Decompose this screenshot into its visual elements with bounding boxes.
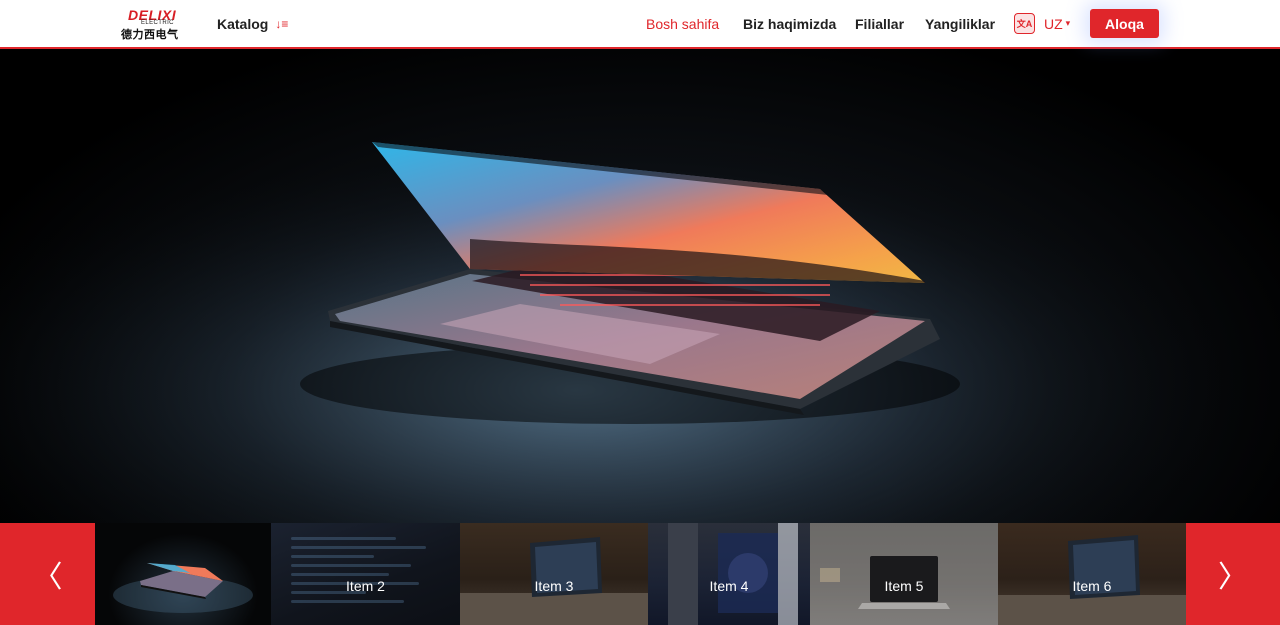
thumbnail-carousel: 〈 Item 2 Item 3 Item 4 Item 5 Item 6 〉 (0, 523, 1280, 625)
thumbnail-label: Item 3 (534, 578, 574, 594)
pc-hardware-image (668, 523, 798, 625)
thumbnail-label: Item 6 (1072, 578, 1112, 594)
hero-laptop-illustration (0, 49, 1280, 523)
tablet-desk-image (460, 537, 648, 625)
thumbnail-label: Item 4 (709, 578, 749, 594)
site-header: DELIXI ELECTRIC 德力西电气 Katalog ↓≡ Bosh sa… (0, 0, 1280, 49)
logo-chinese: 德力西电气 (121, 29, 179, 41)
chevron-left-icon: 〈 (32, 560, 63, 595)
catalog-button[interactable]: Katalog ↓≡ (217, 16, 288, 32)
thumbnail-item-2[interactable]: Item 2 (271, 523, 460, 625)
carousel-prev-button[interactable]: 〈 (0, 523, 95, 625)
thumbnail-item-6[interactable]: Item 6 (998, 523, 1186, 625)
contact-button[interactable]: Aloqa (1090, 9, 1159, 38)
translate-icon: 文A (1014, 13, 1035, 34)
thumbnail-item-5[interactable]: Item 5 (810, 523, 998, 625)
laptop-thumbnail-image (113, 563, 253, 613)
nav-news[interactable]: Yangiliklar (925, 16, 995, 32)
code-screen-image (291, 531, 441, 609)
sort-list-icon: ↓≡ (275, 17, 289, 31)
chevron-right-icon: 〉 (1218, 560, 1248, 595)
catalog-label: Katalog (217, 16, 269, 32)
nav-about[interactable]: Biz haqimizda (743, 16, 836, 32)
language-switcher[interactable]: 文A UZ ▾ (1014, 13, 1070, 34)
delixi-logo[interactable]: DELIXI ELECTRIC 德力西电气 (121, 7, 193, 41)
laptop-white-desk-image (810, 523, 998, 625)
carousel-next-button[interactable]: 〉 (1186, 523, 1280, 625)
language-code: UZ (1044, 15, 1063, 32)
thumbnail-label: Item 5 (884, 578, 924, 594)
thumbnail-item-1[interactable] (95, 523, 271, 625)
chevron-down-icon: ▾ (1065, 18, 1071, 28)
nav-branches[interactable]: Filiallar (855, 16, 904, 32)
tablet-wooden-desk-image (998, 535, 1186, 625)
hero-slide-image (0, 49, 1280, 523)
nav-home[interactable]: Bosh sahifa (646, 16, 719, 32)
thumbnail-label: Item 2 (346, 578, 385, 594)
thumbnail-item-4[interactable]: Item 4 (648, 523, 810, 625)
thumbnail-item-3[interactable]: Item 3 (460, 523, 648, 625)
